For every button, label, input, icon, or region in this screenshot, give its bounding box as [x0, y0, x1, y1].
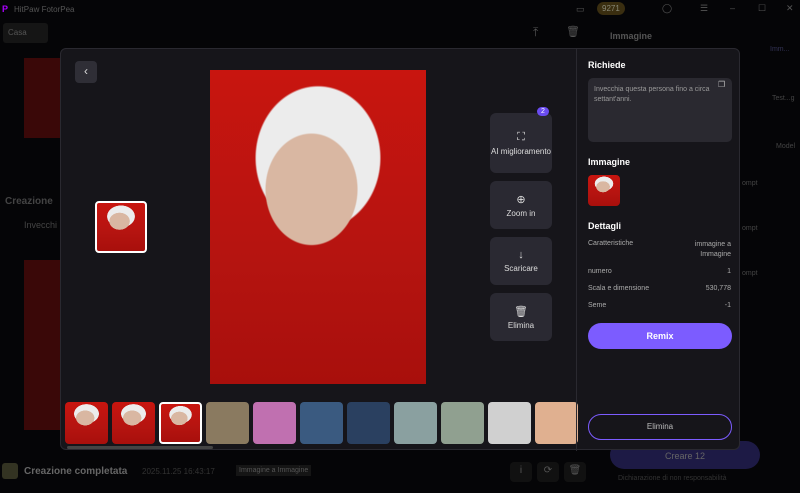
strip-thumbnail[interactable]	[253, 402, 296, 444]
detail-value: -1	[724, 302, 731, 309]
trash-icon[interactable]: 🗑	[566, 25, 580, 38]
delete-icon[interactable]: 🗑	[564, 462, 586, 482]
bg-image	[24, 260, 60, 430]
screen-icon[interactable]: ▭	[576, 4, 585, 15]
title-bar: P HitPaw FotorPea ▭ 9271 ◯ ☰ – ☐ ✕	[0, 0, 800, 20]
completed-label: Creazione completata	[24, 466, 128, 477]
trash-icon: 🗑	[514, 305, 528, 318]
panel-title: Immagine	[610, 31, 653, 41]
disclaimer-link[interactable]: Dichiarazione di non responsabilità	[618, 475, 727, 482]
detail-label: numero	[588, 268, 612, 275]
regenerate-icon[interactable]: ⟳	[537, 462, 559, 482]
prompt-label: ompt	[742, 225, 758, 232]
prompt-label: ompt	[742, 180, 758, 187]
side-nav-text[interactable]: Test...g	[772, 95, 795, 102]
detail-row: Scala e dimensione 530,778	[588, 285, 731, 292]
detail-value: immagine a Immagine	[694, 241, 731, 258]
strip-thumbnail[interactable]	[206, 402, 249, 444]
delete-button[interactable]: Elimina	[588, 414, 732, 440]
source-thumbnail[interactable]	[95, 201, 147, 253]
close-icon[interactable]: ✕	[786, 3, 794, 14]
remix-button[interactable]: Remix	[588, 323, 732, 349]
zoom-in-button[interactable]: ⊕ Zoom in	[490, 181, 552, 229]
delete-image-button[interactable]: 🗑 Elimina	[490, 293, 552, 341]
action-label: AI miglioramento	[490, 146, 552, 156]
type-tag: Immagine a Immagine	[236, 465, 312, 476]
prompt-heading: Richiede	[588, 60, 626, 70]
creation-title: Creazione	[5, 196, 53, 207]
minimize-icon[interactable]: –	[730, 3, 735, 13]
home-button[interactable]: Casa	[3, 23, 48, 43]
create-label: Creare	[664, 451, 693, 461]
strip-thumbnail[interactable]	[394, 402, 437, 444]
action-label: Elimina	[507, 320, 535, 330]
details-panel: Richiede Invecchia questa persona fino a…	[576, 49, 741, 451]
detail-row: Caratteristiche immagine a Immagine	[588, 240, 731, 260]
image-heading: Immagine	[588, 157, 631, 167]
detail-label: Scala e dimensione	[588, 285, 650, 292]
side-nav-model[interactable]: Model	[776, 143, 795, 150]
upload-icon[interactable]: ⤒	[533, 25, 538, 40]
action-label: Scaricare	[504, 264, 538, 273]
side-nav-image[interactable]: Imm...	[770, 46, 789, 53]
details-heading: Dettagli	[588, 221, 622, 231]
maximize-icon[interactable]: ☐	[758, 3, 766, 14]
detail-row: numero 1	[588, 268, 731, 275]
strip-thumbnail[interactable]	[441, 402, 484, 444]
back-button[interactable]: ‹	[75, 61, 97, 83]
strip-thumbnail[interactable]	[112, 402, 155, 444]
detail-label: Seme	[588, 302, 607, 309]
info-icon[interactable]: i	[510, 462, 532, 482]
create-cost: 12	[695, 451, 706, 461]
menu-icon[interactable]: ☰	[700, 3, 708, 14]
account-icon[interactable]: ◯	[662, 3, 672, 14]
prompt-label: ompt	[742, 270, 758, 277]
action-label: Zoom in	[506, 208, 536, 218]
download-button[interactable]: ↓ Scaricare	[490, 237, 552, 285]
strip-thumbnail[interactable]	[159, 402, 202, 444]
detail-value: 1	[727, 268, 731, 275]
image-viewer-modal: ‹ ⛶ AI miglioramento 2 ⊕ Zoom in ↓ Scaricar…	[60, 48, 741, 451]
copy-icon[interactable]: ❐	[718, 80, 725, 89]
main-image	[210, 70, 426, 384]
enhance-icon: ⛶	[517, 130, 525, 143]
credit-badge: 2	[537, 107, 549, 116]
timestamp: 2025.11.25 16:43:17	[142, 467, 215, 476]
strip-thumbnail[interactable]	[300, 402, 343, 444]
strip-thumbnail[interactable]	[488, 402, 531, 444]
strip-thumbnail[interactable]	[535, 402, 578, 444]
zoom-in-icon: ⊕	[516, 193, 526, 206]
reference-image[interactable]	[588, 175, 620, 206]
strip-scrollbar[interactable]	[67, 446, 213, 449]
detail-label: Caratteristiche	[588, 240, 634, 247]
credits-badge[interactable]: 9271	[597, 2, 625, 15]
strip-thumbnail[interactable]	[347, 402, 390, 444]
result-thumb	[2, 463, 18, 479]
detail-row: Seme -1	[588, 302, 731, 309]
detail-value: 530,778	[705, 285, 731, 292]
app-title: HitPaw FotorPea	[14, 5, 75, 14]
creation-text: Invecchi	[24, 220, 58, 230]
strip-thumbnail[interactable]	[65, 402, 108, 444]
bg-image	[24, 58, 60, 138]
ai-enhance-button[interactable]: ⛶ AI miglioramento	[490, 113, 552, 173]
prompt-text: Invecchia questa persona fino a circa se…	[594, 86, 710, 103]
app-logo: P	[2, 4, 9, 14]
prompt-box[interactable]: Invecchia questa persona fino a circa se…	[588, 78, 732, 142]
download-icon: ↓	[518, 249, 524, 261]
